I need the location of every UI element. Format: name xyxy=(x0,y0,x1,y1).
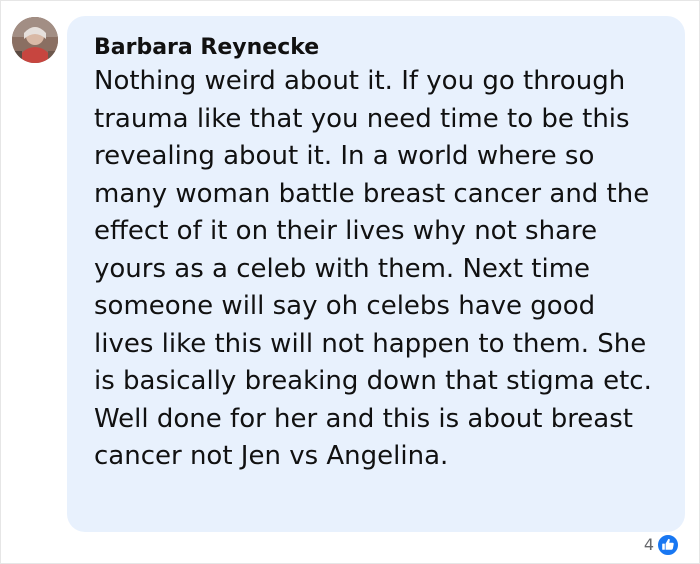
comment-card: Barbara Reynecke Nothing weird about it.… xyxy=(0,0,700,564)
reaction-count: 4 xyxy=(643,535,654,554)
comment-body: Nothing weird about it. If you go throug… xyxy=(94,66,652,471)
comment-bubble: Barbara Reynecke Nothing weird about it.… xyxy=(67,16,685,532)
comment-author-name[interactable]: Barbara Reynecke xyxy=(94,33,665,63)
avatar[interactable] xyxy=(12,17,58,63)
reactions-summary[interactable]: 4 xyxy=(644,533,679,557)
like-icon xyxy=(657,534,679,556)
profile-photo-icon xyxy=(12,17,58,63)
